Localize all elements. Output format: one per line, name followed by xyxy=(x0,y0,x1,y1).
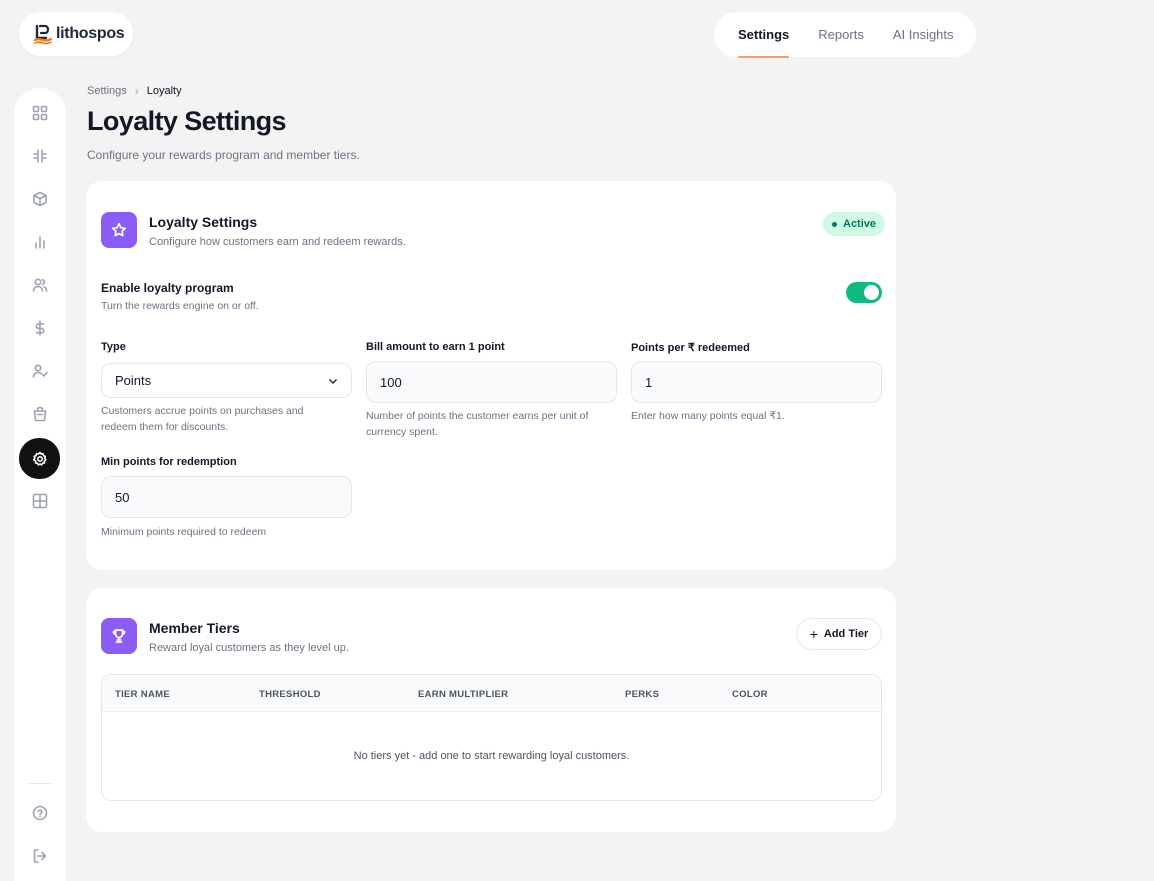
sidebar-item-dashboard[interactable] xyxy=(20,93,60,133)
column-threshold: THRESHOLD xyxy=(259,689,321,700)
add-tier-label: Add Tier xyxy=(823,628,869,640)
sidebar-item-logout[interactable] xyxy=(20,836,60,876)
type-select-value: Points xyxy=(115,373,152,388)
user-check-icon xyxy=(32,364,48,378)
member-tiers-card: Member Tiers Reward loyal customers as t… xyxy=(86,588,896,832)
dashboard-icon xyxy=(32,105,48,121)
bill-amount-value: 100 xyxy=(380,374,402,390)
tiers-card-subtitle: Reward loyal customers as they level up. xyxy=(149,642,349,654)
tab-ai-insights[interactable]: AI Insights xyxy=(893,27,954,42)
gear-icon xyxy=(32,451,47,466)
bill-amount-label: Bill amount to earn 1 point xyxy=(366,341,505,353)
min-points-help: Minimum points required to redeem xyxy=(101,526,267,538)
sidebar-item-customers[interactable] xyxy=(20,265,60,305)
hash-icon xyxy=(33,149,47,163)
users-icon xyxy=(32,278,48,292)
column-perks: PERKS xyxy=(625,689,660,700)
toggle-knob xyxy=(864,285,879,300)
logout-icon xyxy=(33,849,47,863)
min-points-label: Min points for redemption xyxy=(101,456,237,468)
breadcrumb-current: Loyalty xyxy=(146,85,182,97)
brand-name: lithospos xyxy=(56,25,125,42)
tiers-card-title: Member Tiers xyxy=(149,620,240,636)
points-per-rupee-input[interactable]: 1 xyxy=(631,361,882,403)
page-title: Loyalty Settings xyxy=(87,106,287,136)
loyalty-settings-card: Loyalty Settings Configure how customers… xyxy=(86,181,896,570)
loyalty-card-title: Loyalty Settings xyxy=(149,214,258,230)
chevron-down-icon xyxy=(328,378,338,385)
sidebar-item-orders[interactable] xyxy=(20,394,60,434)
help-icon xyxy=(32,805,48,821)
empty-state-message: No tiers yet - add one to start rewardin… xyxy=(353,750,630,762)
loyalty-card-icon xyxy=(101,212,137,248)
sidebar-item-help[interactable] xyxy=(20,793,60,833)
bill-amount-input[interactable]: 100 xyxy=(366,361,617,403)
shopping-bag-icon xyxy=(33,406,47,422)
bill-amount-help: Number of points the customer earns per … xyxy=(366,410,589,438)
logo[interactable]: lithospos xyxy=(19,12,133,56)
min-points-value: 50 xyxy=(115,489,130,505)
breadcrumb-separator-icon: › xyxy=(134,84,139,98)
sidebar-item-layouts[interactable] xyxy=(20,481,60,521)
sidebar-divider xyxy=(28,783,52,784)
type-label: Type xyxy=(101,341,126,353)
enable-loyalty-help: Turn the rewards engine on or off. xyxy=(101,300,259,312)
top-navigation: Settings Reports AI Insights xyxy=(714,12,976,58)
breadcrumb: Settings › Loyalty xyxy=(87,84,182,98)
sidebar-item-products[interactable] xyxy=(20,179,60,219)
tab-reports[interactable]: Reports xyxy=(818,27,864,42)
sidebar-item-finance[interactable] xyxy=(20,308,60,348)
enable-loyalty-label: Enable loyalty program xyxy=(101,281,234,295)
points-per-rupee-help: Enter how many points equal ₹1. xyxy=(631,410,785,422)
sidebar xyxy=(14,88,66,881)
type-select[interactable]: Points xyxy=(101,363,352,398)
loyalty-card-subtitle: Configure how customers earn and redeem … xyxy=(149,236,406,248)
tiers-card-icon xyxy=(101,618,137,654)
sidebar-item-staff[interactable] xyxy=(20,351,60,391)
box-icon xyxy=(33,191,47,207)
add-tier-button[interactable]: + Add Tier xyxy=(796,618,882,650)
sidebar-item-analytics[interactable] xyxy=(20,222,60,262)
trophy-icon xyxy=(112,629,126,643)
type-help: Customers accrue points on purchases and… xyxy=(101,405,304,433)
table-header: TIER NAME THRESHOLD EARN MULTIPLIER PERK… xyxy=(102,675,881,712)
sidebar-item-settings[interactable] xyxy=(19,438,60,479)
breadcrumb-settings-link[interactable]: Settings xyxy=(87,85,127,97)
min-points-input[interactable]: 50 xyxy=(101,476,352,518)
column-color: COLOR xyxy=(732,689,768,700)
column-earn-multiplier: EARN MULTIPLIER xyxy=(418,689,509,700)
dollar-icon xyxy=(35,320,45,336)
column-tier-name: TIER NAME xyxy=(115,689,170,700)
tab-settings[interactable]: Settings xyxy=(738,27,790,58)
status-badge: Active xyxy=(823,212,886,236)
points-per-rupee-value: 1 xyxy=(645,374,653,390)
tiers-table: TIER NAME THRESHOLD EARN MULTIPLIER PERK… xyxy=(101,674,882,801)
bar-chart-icon xyxy=(35,236,45,249)
star-icon xyxy=(111,222,127,237)
layout-grid-icon xyxy=(32,493,48,509)
sidebar-item-pos[interactable] xyxy=(20,136,60,176)
points-per-rupee-label: Points per ₹ redeemed xyxy=(631,342,750,354)
page-subtitle: Configure your rewards program and membe… xyxy=(87,148,360,162)
enable-loyalty-toggle[interactable] xyxy=(846,282,882,303)
plus-icon: + xyxy=(809,626,818,642)
brand-logo-icon xyxy=(33,24,53,45)
